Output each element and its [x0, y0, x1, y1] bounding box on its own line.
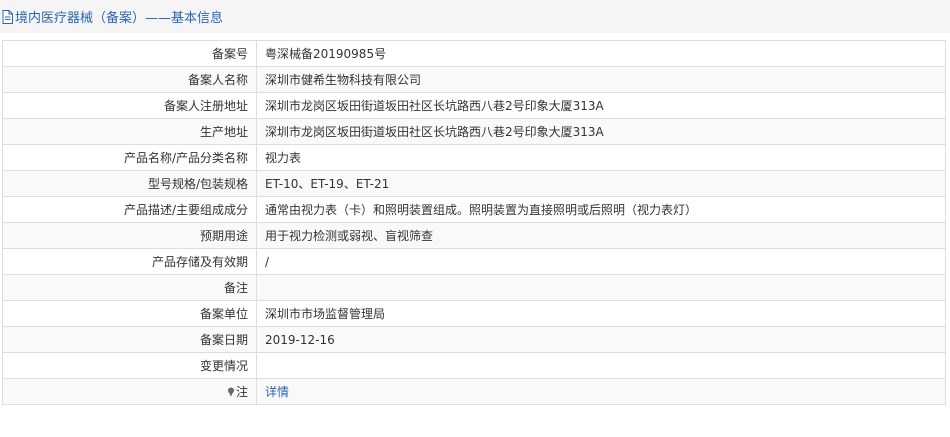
field-label: 产品描述/主要组成成分	[2, 196, 257, 223]
field-value: 深圳市龙岗区坂田街道坂田社区长坑路西八巷2号印象大厦313A	[256, 92, 946, 119]
field-label: 产品名称/产品分类名称	[2, 144, 257, 171]
field-value: 2019-12-16	[256, 326, 946, 353]
document-icon	[2, 9, 13, 24]
field-label: 型号规格/包装规格	[2, 170, 257, 197]
note-row: 注 详情	[2, 378, 946, 405]
field-value: /	[256, 248, 946, 275]
field-value: 通常由视力表（卡）和照明装置组成。照明装置为直接照明或后照明（视力表灯）	[256, 196, 946, 223]
field-label: 备注	[2, 274, 257, 301]
table-row: 变更情况	[2, 352, 946, 379]
field-value: 深圳市健希生物科技有限公司	[256, 66, 946, 93]
details-link[interactable]: 详情	[265, 385, 289, 399]
table-row: 生产地址 深圳市龙岗区坂田街道坂田社区长坑路西八巷2号印象大厦313A	[2, 118, 946, 145]
field-value: 深圳市市场监督管理局	[256, 300, 946, 327]
table-row: 产品描述/主要组成成分 通常由视力表（卡）和照明装置组成。照明装置为直接照明或后照…	[2, 196, 946, 223]
field-label: 预期用途	[2, 222, 257, 249]
table-row: 预期用途 用于视力检测或弱视、盲视筛查	[2, 222, 946, 249]
field-label: 变更情况	[2, 352, 257, 379]
table-row: 产品名称/产品分类名称 视力表	[2, 144, 946, 171]
field-label: 备案日期	[2, 326, 257, 353]
field-label: 产品存储及有效期	[2, 248, 257, 275]
field-label: 生产地址	[2, 118, 257, 145]
table-row: 备案号 粤深械备20190985号	[2, 40, 946, 67]
note-label: 注	[235, 385, 248, 399]
note-label-cell: 注	[2, 378, 257, 405]
pin-icon	[227, 387, 234, 397]
table-row: 备案人注册地址 深圳市龙岗区坂田街道坂田社区长坑路西八巷2号印象大厦313A	[2, 92, 946, 119]
field-label: 备案号	[2, 40, 257, 67]
table-row: 备案单位 深圳市市场监督管理局	[2, 300, 946, 327]
table-row: 型号规格/包装规格 ET-10、ET-19、ET-21	[2, 170, 946, 197]
table-row: 产品存储及有效期 /	[2, 248, 946, 275]
field-value: 粤深械备20190985号	[256, 40, 946, 67]
field-value	[256, 352, 946, 379]
field-value: ET-10、ET-19、ET-21	[256, 170, 946, 197]
field-value: 视力表	[256, 144, 946, 171]
field-value: 用于视力检测或弱视、盲视筛查	[256, 222, 946, 249]
field-label: 备案单位	[2, 300, 257, 327]
page-header: 境内医疗器械（备案）——基本信息	[0, 0, 950, 33]
table-row: 备案日期 2019-12-16	[2, 326, 946, 353]
page-title: 境内医疗器械（备案）——基本信息	[15, 11, 224, 26]
field-label: 备案人名称	[2, 66, 257, 93]
table-row: 备案人名称 深圳市健希生物科技有限公司	[2, 66, 946, 93]
field-label: 备案人注册地址	[2, 92, 257, 119]
field-value: 深圳市龙岗区坂田街道坂田社区长坑路西八巷2号印象大厦313A	[256, 118, 946, 145]
field-value	[256, 274, 946, 301]
note-value-cell: 详情	[256, 378, 946, 405]
table-row: 备注	[2, 274, 946, 301]
info-table: 备案号 粤深械备20190985号 备案人名称 深圳市健希生物科技有限公司 备案人注册地…	[2, 40, 946, 405]
